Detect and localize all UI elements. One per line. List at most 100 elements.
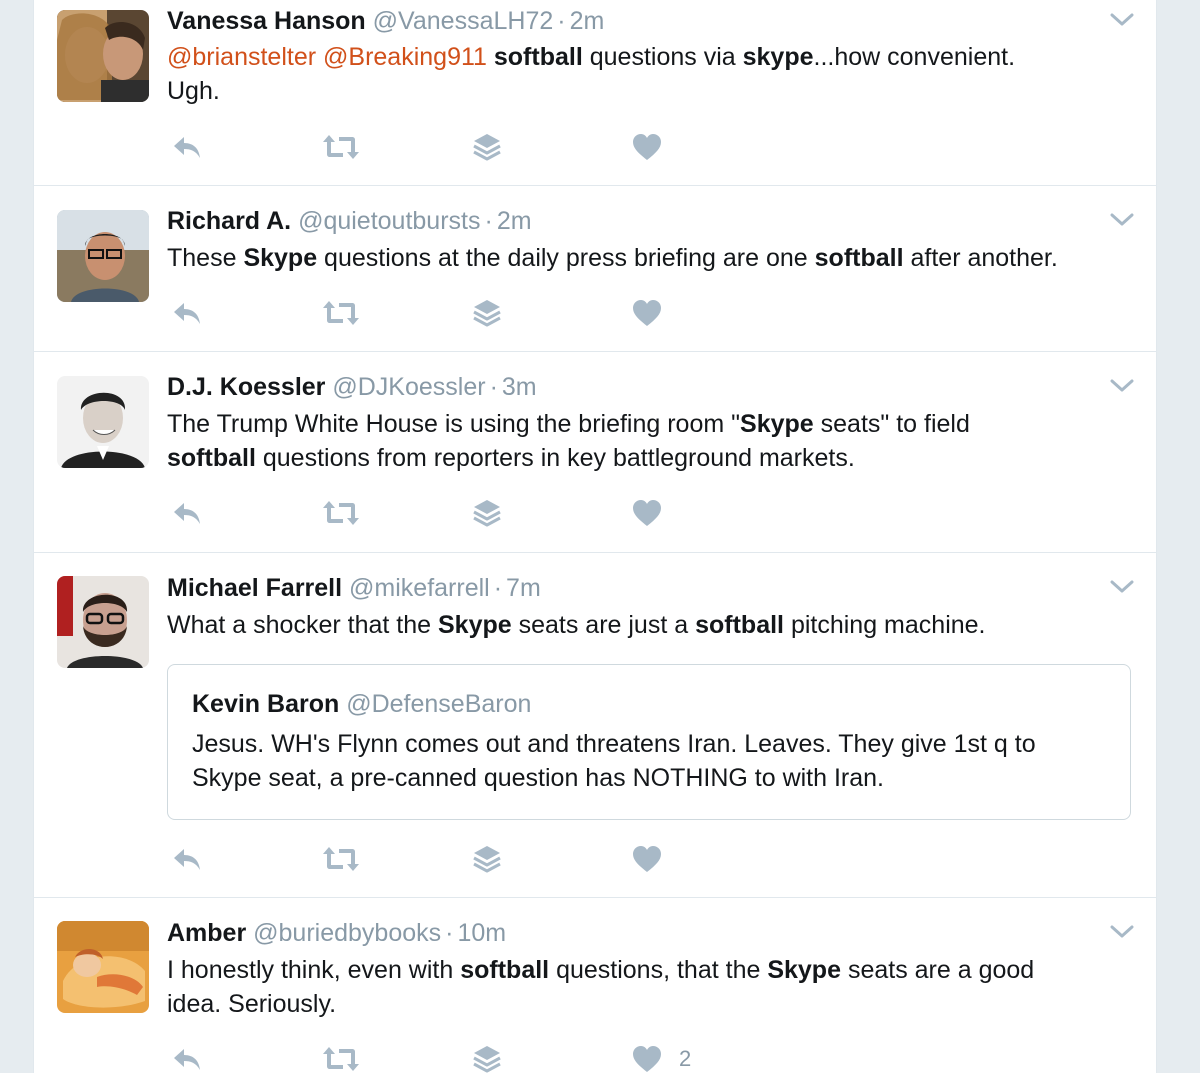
highlight-term: softball bbox=[167, 444, 256, 472]
like-icon bbox=[632, 1045, 662, 1073]
like-icon bbox=[632, 299, 662, 327]
retweet-icon bbox=[321, 846, 361, 872]
user-handle[interactable]: @quietoutbursts bbox=[298, 207, 480, 235]
like-button[interactable] bbox=[627, 132, 667, 162]
chevron-down-icon[interactable] bbox=[1110, 579, 1134, 595]
retweet-button[interactable] bbox=[321, 498, 361, 528]
tweet-header: Amber @buriedbybooks · 10m bbox=[167, 918, 506, 948]
timestamp[interactable]: 10m bbox=[457, 919, 506, 947]
user-name[interactable]: Michael Farrell bbox=[167, 574, 342, 602]
highlight-term: Skype bbox=[437, 611, 512, 639]
separator: · bbox=[445, 919, 454, 947]
dm-icon bbox=[472, 498, 502, 528]
text-segment: questions from reporters in key battlegr… bbox=[255, 444, 855, 472]
dm-button[interactable] bbox=[467, 1044, 507, 1073]
avatar[interactable] bbox=[57, 210, 149, 302]
tweet[interactable]: Amber @buriedbybooks · 10m I honestly thin… bbox=[34, 898, 1156, 1073]
chevron-down-icon[interactable] bbox=[1110, 212, 1134, 228]
user-handle[interactable]: @buriedbybooks bbox=[253, 919, 441, 947]
quoted-user-handle: @DefenseBaron bbox=[346, 690, 532, 718]
like-button[interactable] bbox=[627, 1044, 667, 1073]
text-segment: Skype seat, a pre-canned question has NO… bbox=[192, 764, 885, 792]
timestamp[interactable]: 2m bbox=[570, 7, 605, 35]
tweet-header: Vanessa Hanson @VanessaLH72 · 2m bbox=[167, 6, 604, 36]
highlight-term: softball bbox=[695, 611, 784, 639]
text-segment: These bbox=[167, 244, 244, 272]
text-segment: after another. bbox=[903, 244, 1058, 272]
tweet[interactable]: Vanessa Hanson @VanessaLH72 · 2m @brianste… bbox=[34, 0, 1156, 186]
separator: · bbox=[493, 574, 503, 602]
reply-button[interactable] bbox=[167, 844, 207, 874]
tweet-text: What a shocker that the Skype seats are … bbox=[167, 608, 1127, 642]
tweet-actions bbox=[167, 844, 727, 874]
text-segment: questions, that the bbox=[549, 956, 768, 984]
retweet-icon bbox=[321, 500, 361, 526]
timestamp[interactable]: 3m bbox=[502, 373, 537, 401]
chevron-down-icon[interactable] bbox=[1110, 12, 1134, 28]
mention-link[interactable]: @brianstelter bbox=[167, 43, 316, 71]
dm-icon bbox=[472, 132, 502, 162]
tweet[interactable]: D.J. Koessler @DJKoessler · 3m The Trump W… bbox=[34, 352, 1156, 553]
text-segment: pitching machine. bbox=[784, 611, 986, 639]
quoted-tweet-header: Kevin Baron @DefenseBaron bbox=[192, 689, 531, 719]
retweet-button[interactable] bbox=[321, 298, 361, 328]
quoted-user-name: Kevin Baron bbox=[192, 690, 340, 718]
highlight-term: softball bbox=[493, 43, 583, 71]
quoted-tweet-text: Jesus. WH's Flynn comes out and threaten… bbox=[192, 727, 1112, 795]
tweet[interactable]: Richard A. @quietoutbursts · 2m These Skyp… bbox=[34, 186, 1156, 352]
reply-button[interactable] bbox=[167, 132, 207, 162]
text-segment: ...how convenient. bbox=[813, 43, 1016, 71]
user-name[interactable]: Amber bbox=[167, 919, 246, 947]
retweet-icon bbox=[321, 134, 361, 160]
chevron-down-icon[interactable] bbox=[1110, 378, 1134, 394]
dm-button[interactable] bbox=[467, 298, 507, 328]
like-count: 2 bbox=[679, 1046, 692, 1071]
retweet-button[interactable] bbox=[321, 844, 361, 874]
avatar[interactable] bbox=[57, 576, 149, 668]
avatar[interactable] bbox=[57, 921, 149, 1013]
timestamp[interactable]: 7m bbox=[506, 574, 541, 602]
quoted-tweet[interactable]: Kevin Baron @DefenseBaron Jesus. WH's Fl… bbox=[167, 664, 1131, 820]
like-icon bbox=[632, 499, 662, 527]
text-segment: seats are just a bbox=[511, 611, 696, 639]
timestamp[interactable]: 2m bbox=[497, 207, 532, 235]
text-segment: Ugh. bbox=[167, 77, 220, 105]
reply-icon bbox=[171, 134, 203, 160]
dm-button[interactable] bbox=[467, 498, 507, 528]
reply-icon bbox=[171, 846, 203, 872]
user-name[interactable]: Richard A. bbox=[167, 207, 291, 235]
retweet-button[interactable] bbox=[321, 132, 361, 162]
tweet-actions bbox=[167, 298, 727, 328]
like-button[interactable] bbox=[627, 298, 667, 328]
separator: · bbox=[489, 373, 498, 401]
chevron-down-icon[interactable] bbox=[1110, 924, 1134, 940]
text-segment: What a shocker that the bbox=[167, 611, 438, 639]
retweet-button[interactable] bbox=[321, 1044, 361, 1073]
tweet-header: Michael Farrell @mikefarrell · 7m bbox=[167, 573, 541, 603]
user-handle[interactable]: @VanessaLH72 bbox=[373, 7, 554, 35]
user-name[interactable]: Vanessa Hanson bbox=[167, 7, 366, 35]
highlight-term: Skype bbox=[243, 244, 318, 272]
tweet-header: Richard A. @quietoutbursts · 2m bbox=[167, 206, 532, 236]
dm-icon bbox=[472, 844, 502, 874]
user-name[interactable]: D.J. Koessler bbox=[167, 373, 325, 401]
user-handle[interactable]: @mikefarrell bbox=[349, 574, 490, 602]
mention-link[interactable]: @Breaking911 bbox=[323, 43, 487, 71]
user-handle[interactable]: @DJKoessler bbox=[332, 373, 485, 401]
reply-button[interactable] bbox=[167, 298, 207, 328]
like-icon bbox=[632, 133, 662, 161]
tweet[interactable]: Michael Farrell @mikefarrell · 7m What a s… bbox=[34, 553, 1156, 898]
avatar[interactable] bbox=[57, 10, 149, 102]
highlight-term: Skype bbox=[767, 956, 841, 984]
dm-button[interactable] bbox=[467, 844, 507, 874]
avatar[interactable] bbox=[57, 376, 149, 468]
retweet-icon bbox=[321, 1046, 361, 1072]
reply-button[interactable] bbox=[167, 1044, 207, 1073]
reply-button[interactable] bbox=[167, 498, 207, 528]
tweet-actions: 2 bbox=[167, 1044, 727, 1073]
text-segment: I honestly think, even with bbox=[167, 956, 461, 984]
text-segment: questions via bbox=[582, 43, 743, 71]
dm-button[interactable] bbox=[467, 132, 507, 162]
like-button[interactable] bbox=[627, 498, 667, 528]
like-button[interactable] bbox=[627, 844, 667, 874]
